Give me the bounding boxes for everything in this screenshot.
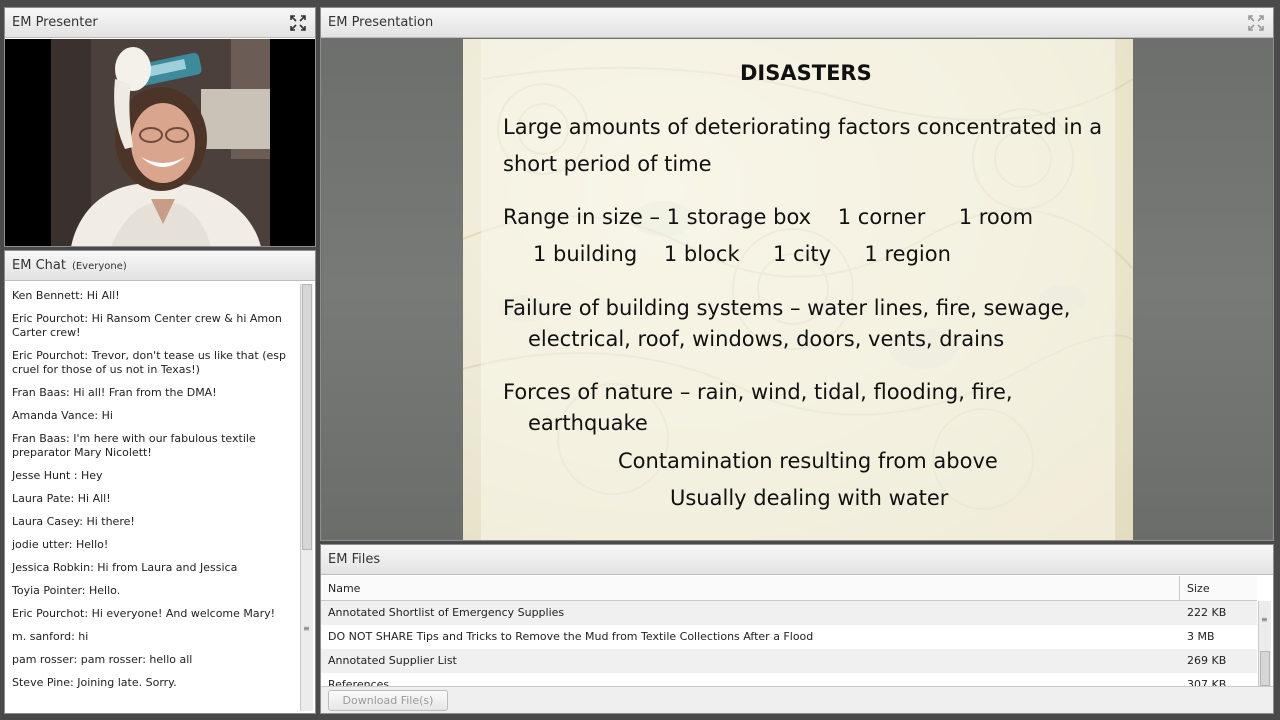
chat-sender: Amanda Vance:	[12, 409, 99, 422]
scroll-grip-icon: ≡	[1261, 615, 1268, 624]
chat-text: Hi All!	[86, 289, 120, 302]
chat-sender: jodie utter:	[12, 538, 73, 551]
chat-message: Ken Bennett: Hi All!	[12, 289, 292, 303]
slide-line: 1 building 1 block 1 city 1 region	[533, 242, 951, 266]
presenter-pod-header: EM Presenter	[5, 8, 315, 38]
chat-sender: pam rosser:	[12, 653, 78, 666]
file-name: DO NOT SHARE Tips and Tricks to Remove t…	[328, 630, 814, 643]
chat-sender: Laura Casey:	[12, 515, 83, 528]
presenter-pod: EM Presenter	[4, 7, 316, 247]
chat-sender: Eric Pourchot:	[12, 312, 89, 325]
chat-message-list[interactable]: Ken Bennett: Hi All! Eric Pourchot: Hi R…	[5, 282, 299, 713]
files-footer: Download File(s)	[321, 686, 1273, 713]
presenter-camera-image	[51, 39, 270, 246]
chat-message: Laura Pate: Hi All!	[12, 492, 292, 506]
files-pod-header: EM Files	[321, 545, 1273, 575]
column-header-size[interactable]: Size	[1187, 576, 1210, 601]
chat-sender: Ken Bennett:	[12, 289, 84, 302]
chat-message: Eric Pourchot: Trevor, don't tease us li…	[12, 349, 292, 377]
slide: DISASTERS Large amounts of deteriorating…	[463, 39, 1133, 540]
chat-message: Fran Baas: I'm here with our fabulous te…	[12, 432, 292, 460]
expand-icon[interactable]	[290, 15, 306, 31]
column-divider[interactable]	[1179, 576, 1180, 600]
chat-text: Hey	[80, 469, 103, 482]
slide-line: Usually dealing with water	[670, 486, 949, 510]
file-row[interactable]: DO NOT SHARE Tips and Tricks to Remove t…	[321, 625, 1257, 649]
chat-text: Hello!	[76, 538, 109, 551]
chat-sender: Eric Pourchot:	[12, 607, 89, 620]
presentation-pod-title: EM Presentation	[328, 15, 434, 30]
file-size: 3 MB	[1187, 630, 1215, 643]
chat-text: Hello.	[89, 584, 121, 597]
scroll-grip-icon: ≡	[303, 624, 310, 633]
slide-line: Large amounts of deteriorating factors c…	[503, 115, 1103, 139]
presenter-pod-title: EM Presenter	[12, 15, 98, 30]
file-row[interactable]: Annotated Shortlist of Emergency Supplie…	[321, 601, 1257, 625]
chat-text: Hi All!	[77, 492, 111, 505]
files-pod: EM Files Name Size Annotated Shortlist o…	[320, 544, 1274, 714]
chat-sender: m. sanford:	[12, 630, 75, 643]
slide-line: short period of time	[503, 152, 712, 176]
files-scrollbar-thumb[interactable]	[1260, 651, 1270, 686]
file-name: Annotated Shortlist of Emergency Supplie…	[328, 606, 565, 619]
slide-line: Range in size – 1 storage box 1 corner 1…	[503, 205, 1034, 229]
chat-scope: (Everyone)	[71, 261, 127, 272]
chat-text: hi	[78, 630, 89, 643]
chat-message: pam rosser: pam rosser: hello all	[12, 653, 292, 667]
slide-line: electrical, roof, windows, doors, vents,…	[528, 327, 1005, 351]
chat-message: Eric Pourchot: Hi everyone! And welcome …	[12, 607, 292, 621]
slide-line: Contamination resulting from above	[618, 449, 998, 473]
chat-text: Hi everyone! And welcome Mary!	[91, 607, 276, 620]
chat-sender: Steve Pine:	[12, 676, 74, 689]
chat-scrollbar-thumb[interactable]	[302, 284, 312, 550]
column-header-name[interactable]: Name	[328, 576, 360, 601]
presentation-pod: EM Presentation DISASTERS Large amounts …	[320, 7, 1274, 541]
chat-message: Jessica Robkin: Hi from Laura and Jessic…	[12, 561, 292, 575]
expand-icon[interactable]	[1248, 15, 1264, 31]
chat-sender: Fran Baas:	[12, 432, 70, 445]
slide-line: earthquake	[528, 411, 648, 435]
chat-sender: Jesse Hunt :	[12, 469, 78, 482]
chat-sender: Eric Pourchot:	[12, 349, 89, 362]
chat-text: Hi there!	[86, 515, 135, 528]
chat-message: Laura Casey: Hi there!	[12, 515, 292, 529]
chat-sender: Jessica Robkin:	[12, 561, 94, 574]
slide-title: DISASTERS	[740, 61, 872, 85]
download-files-button[interactable]: Download File(s)	[328, 690, 448, 711]
files-table: Name Size Annotated Shortlist of Emergen…	[321, 576, 1257, 688]
chat-text: Hi	[101, 409, 113, 422]
files-pod-title: EM Files	[328, 552, 381, 567]
chat-pod-header: EM Chat (Everyone)	[5, 251, 315, 281]
chat-message: Jesse Hunt : Hey	[12, 469, 292, 483]
file-row[interactable]: Annotated Supplier List 269 KB	[321, 649, 1257, 673]
files-scrollbar[interactable]: ≡	[1258, 601, 1271, 688]
chat-message: jodie utter: Hello!	[12, 538, 292, 552]
chat-sender: Toyia Pointer:	[12, 584, 86, 597]
chat-message: Fran Baas: Hi all! Fran from the DMA!	[12, 386, 292, 400]
file-size: 222 KB	[1187, 606, 1227, 619]
chat-text: Hi from Laura and Jessica	[97, 561, 238, 574]
chat-pod-title: EM Chat	[12, 258, 66, 273]
chat-pod: EM Chat (Everyone) Ken Bennett: Hi All! E…	[4, 250, 316, 714]
chat-message: Steve Pine: Joining late. Sorry.	[12, 676, 292, 690]
chat-sender: Laura Pate:	[12, 492, 75, 505]
chat-sender: Fran Baas:	[12, 386, 70, 399]
chat-message: m. sanford: hi	[12, 630, 292, 644]
slide-line: Forces of nature – rain, wind, tidal, fl…	[503, 380, 1013, 404]
files-table-header: Name Size	[321, 576, 1257, 601]
chat-text: Joining late. Sorry.	[77, 676, 177, 689]
chat-scrollbar[interactable]: ≡	[300, 284, 313, 711]
file-name: Annotated Supplier List	[328, 654, 457, 667]
chat-text: pam rosser: hello all	[80, 653, 193, 666]
slide-line: Failure of building systems – water line…	[503, 296, 1071, 320]
chat-message: Eric Pourchot: Hi Ransom Center crew & h…	[12, 312, 292, 340]
chat-text: Hi all! Fran from the DMA!	[73, 386, 217, 399]
presenter-video	[5, 39, 315, 246]
presentation-pod-header: EM Presentation	[321, 8, 1273, 38]
chat-message: Amanda Vance: Hi	[12, 409, 292, 423]
chat-message: Toyia Pointer: Hello.	[12, 584, 292, 598]
file-size: 269 KB	[1187, 654, 1227, 667]
